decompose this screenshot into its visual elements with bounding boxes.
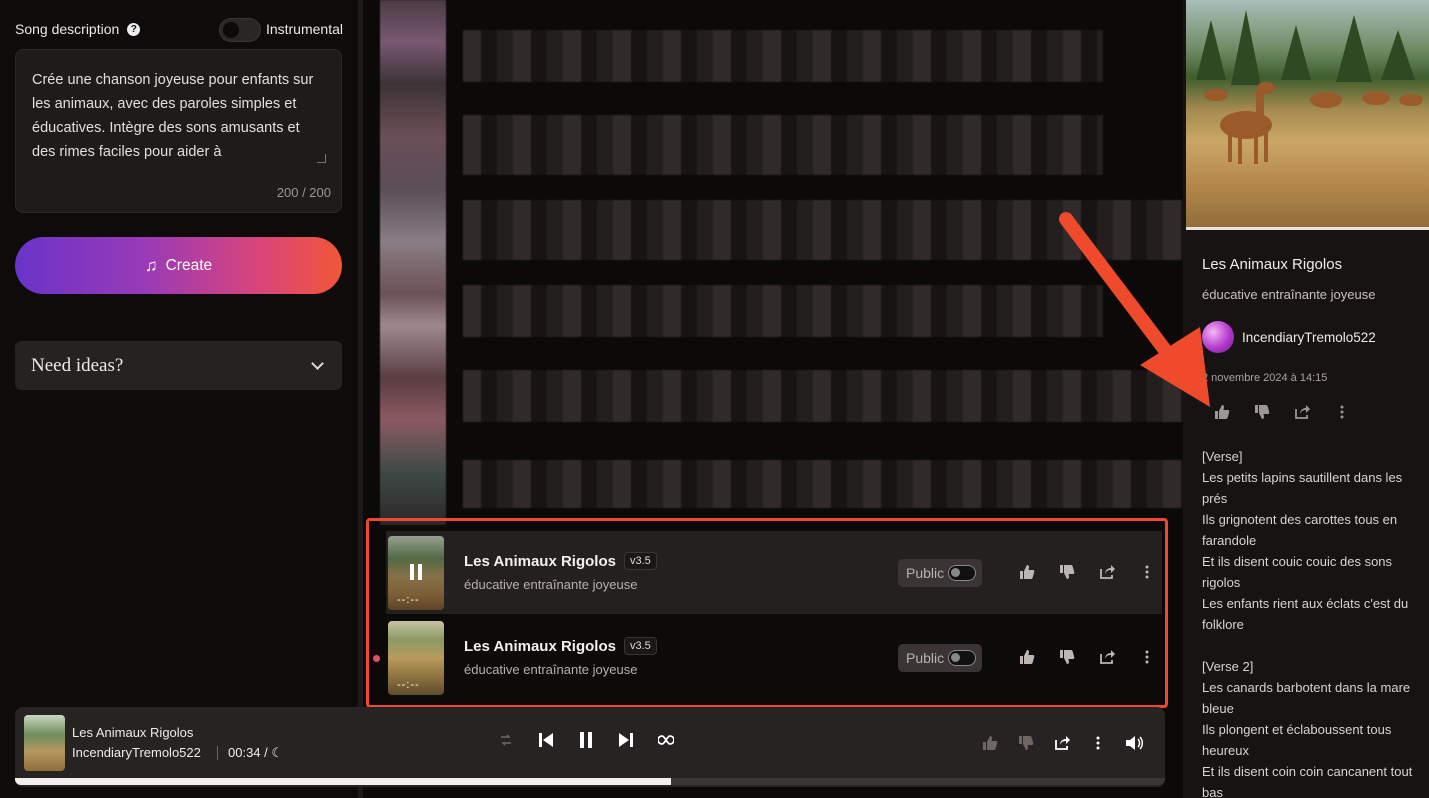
blurred-row [463,115,1103,175]
annotation-arrow [1059,212,1210,407]
playback-controls [497,731,675,749]
create-button[interactable]: ♫ Create [15,237,342,294]
need-ideas-label: Need ideas? [31,354,124,376]
share-icon[interactable] [1293,403,1311,421]
lyrics: [Verse] Les petits lapins sautillent dan… [1202,446,1417,798]
create-panel: Song description ? Instrumental Crée une… [0,0,358,798]
lyrics-line: Les enfants rient aux éclats c'est du fo… [1202,596,1409,632]
loading-spinner-icon: ☾ [271,745,284,760]
song-description-header: Song description ? Instrumental [15,18,343,42]
previous-icon[interactable] [537,731,555,749]
player-bar: Les Animaux Rigolos IncendiaryTremolo522… [15,707,1165,787]
deer-illustration [1196,10,1423,164]
playback-progress-fill [15,778,671,785]
shuffle-icon[interactable] [497,731,515,749]
blurred-thumbnails [380,0,446,525]
blurred-row [463,30,1103,82]
song-description-text[interactable]: Crée une chanson joyeuse pour enfants su… [32,68,322,164]
player-actions [981,734,1143,752]
blurred-row [463,285,1103,337]
player-username[interactable]: IncendiaryTremolo522 [72,745,201,760]
lyrics-gap [1202,635,1417,656]
thumbs-down-icon[interactable] [1253,403,1271,421]
lyrics-line: Et ils disent coin coin cancanent tout b… [1202,764,1413,798]
lyrics-line: [Verse] [1202,449,1243,464]
player-time-text: 00:34 / [228,745,268,760]
thumbs-up-icon[interactable] [981,734,999,752]
song-description-label: Song description [15,21,120,37]
playback-progress-bar[interactable] [15,778,1165,785]
music-note-icon: ♫ [144,255,158,275]
create-button-label: Create [165,256,213,274]
more-vertical-icon[interactable] [1333,403,1351,421]
instrumental-toggle[interactable] [219,18,261,42]
thumbs-down-icon[interactable] [1017,734,1035,752]
chevron-down-icon [311,356,324,370]
player-time: 00:34 / ☾ [228,745,283,761]
need-ideas-dropdown[interactable]: Need ideas? [15,341,342,390]
pause-icon[interactable] [577,731,595,749]
volume-icon[interactable] [1125,734,1143,752]
blurred-row [463,460,1183,508]
lyrics-line: Et ils disent couic couic des sons rigol… [1202,554,1393,590]
share-icon[interactable] [1053,734,1071,752]
lyrics-line: Les canards barbotent dans la mare bleue [1202,680,1411,716]
loop-icon[interactable] [657,731,675,749]
song-description-textarea[interactable]: Crée une chanson joyeuse pour enfants su… [15,49,342,213]
lyrics-line: [Verse 2] [1202,659,1254,674]
lyrics-line: Ils plongent et éclaboussent tous heureu… [1202,722,1392,758]
next-icon[interactable] [617,731,635,749]
char-counter: 200 / 200 [276,185,331,200]
player-thumbnail[interactable] [24,715,65,771]
player-title[interactable]: Les Animaux Rigolos [72,725,193,740]
instrumental-label: Instrumental [265,21,343,37]
lyrics-line: Ils grignotent des carottes tous en fara… [1202,512,1398,548]
detail-actions [1213,403,1351,421]
highlight-annotation-box [366,518,1168,708]
detail-username[interactable]: IncendiaryTremolo522 [1242,330,1376,345]
cover-image [1186,0,1429,228]
resize-handle-icon[interactable] [317,154,326,163]
lyrics-line: Les petits lapins sautillent dans les pr… [1202,470,1403,506]
help-icon[interactable]: ? [127,22,141,36]
player-separator [217,746,218,760]
more-vertical-icon[interactable] [1089,734,1107,752]
